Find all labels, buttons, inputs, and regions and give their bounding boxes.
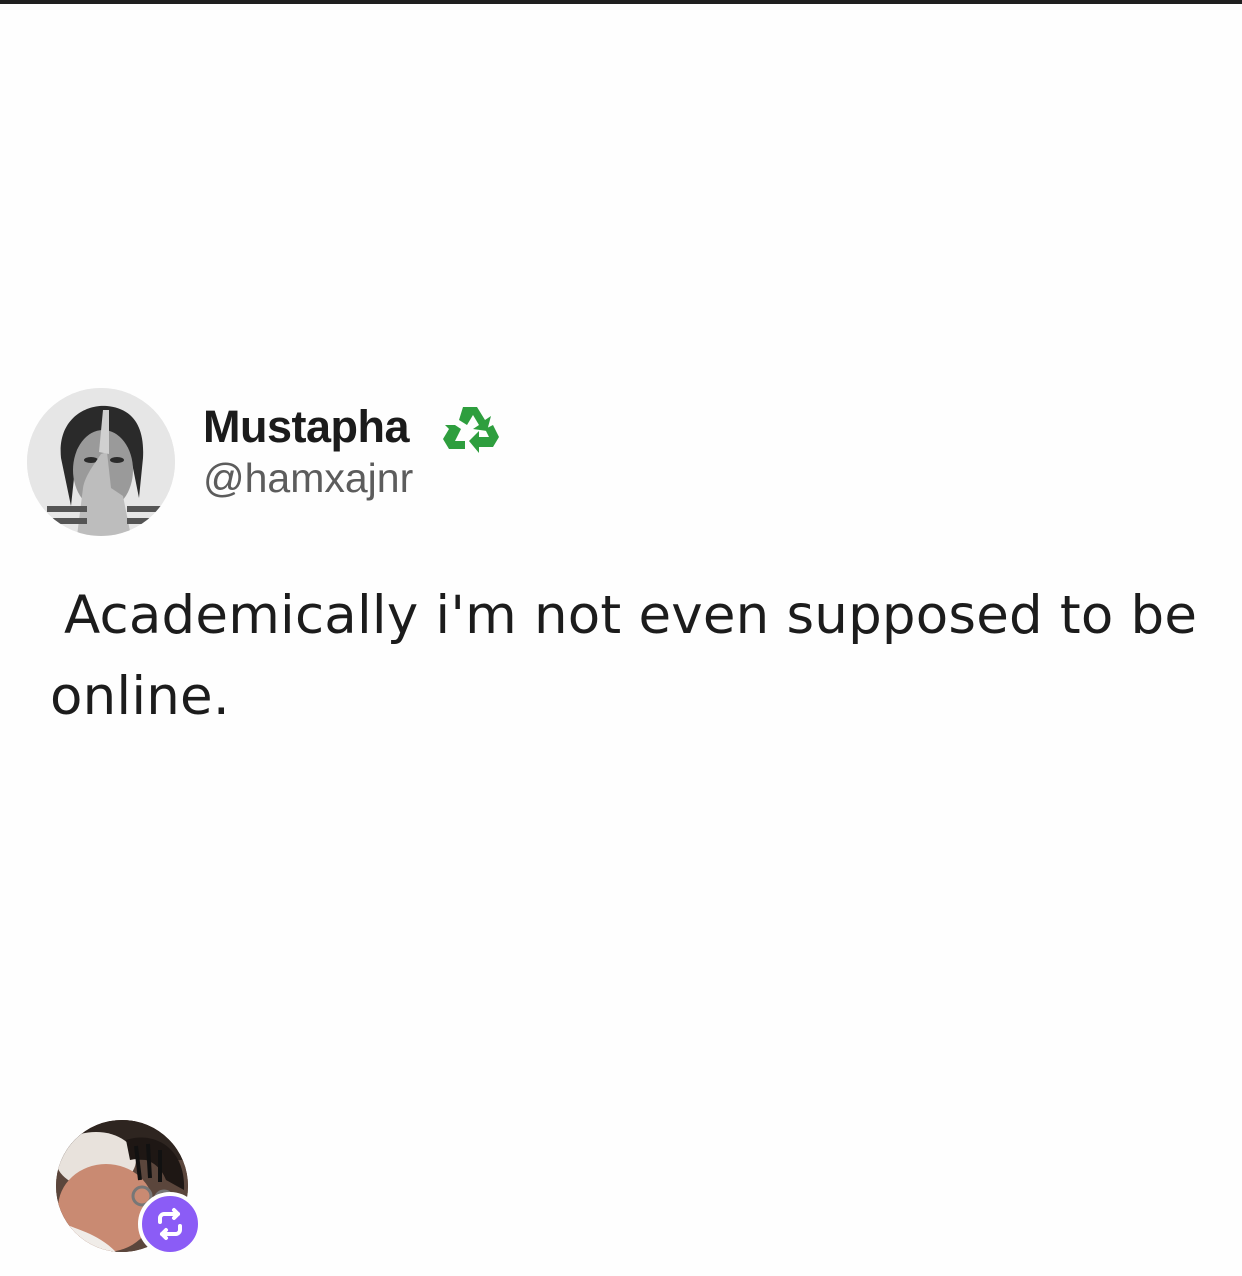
author-avatar-image — [27, 388, 175, 536]
author-handle[interactable]: @hamxajnr — [203, 453, 413, 503]
reposter[interactable] — [56, 1120, 206, 1260]
repost-icon — [158, 1208, 182, 1240]
top-border — [0, 0, 1242, 4]
recycle-icon — [441, 401, 501, 457]
author-avatar[interactable] — [27, 388, 175, 536]
repost-button[interactable] — [138, 1192, 202, 1256]
author-name[interactable]: Mustapha — [203, 401, 410, 453]
tweet-text: Academically i'm not even supposed to be… — [50, 585, 1198, 727]
